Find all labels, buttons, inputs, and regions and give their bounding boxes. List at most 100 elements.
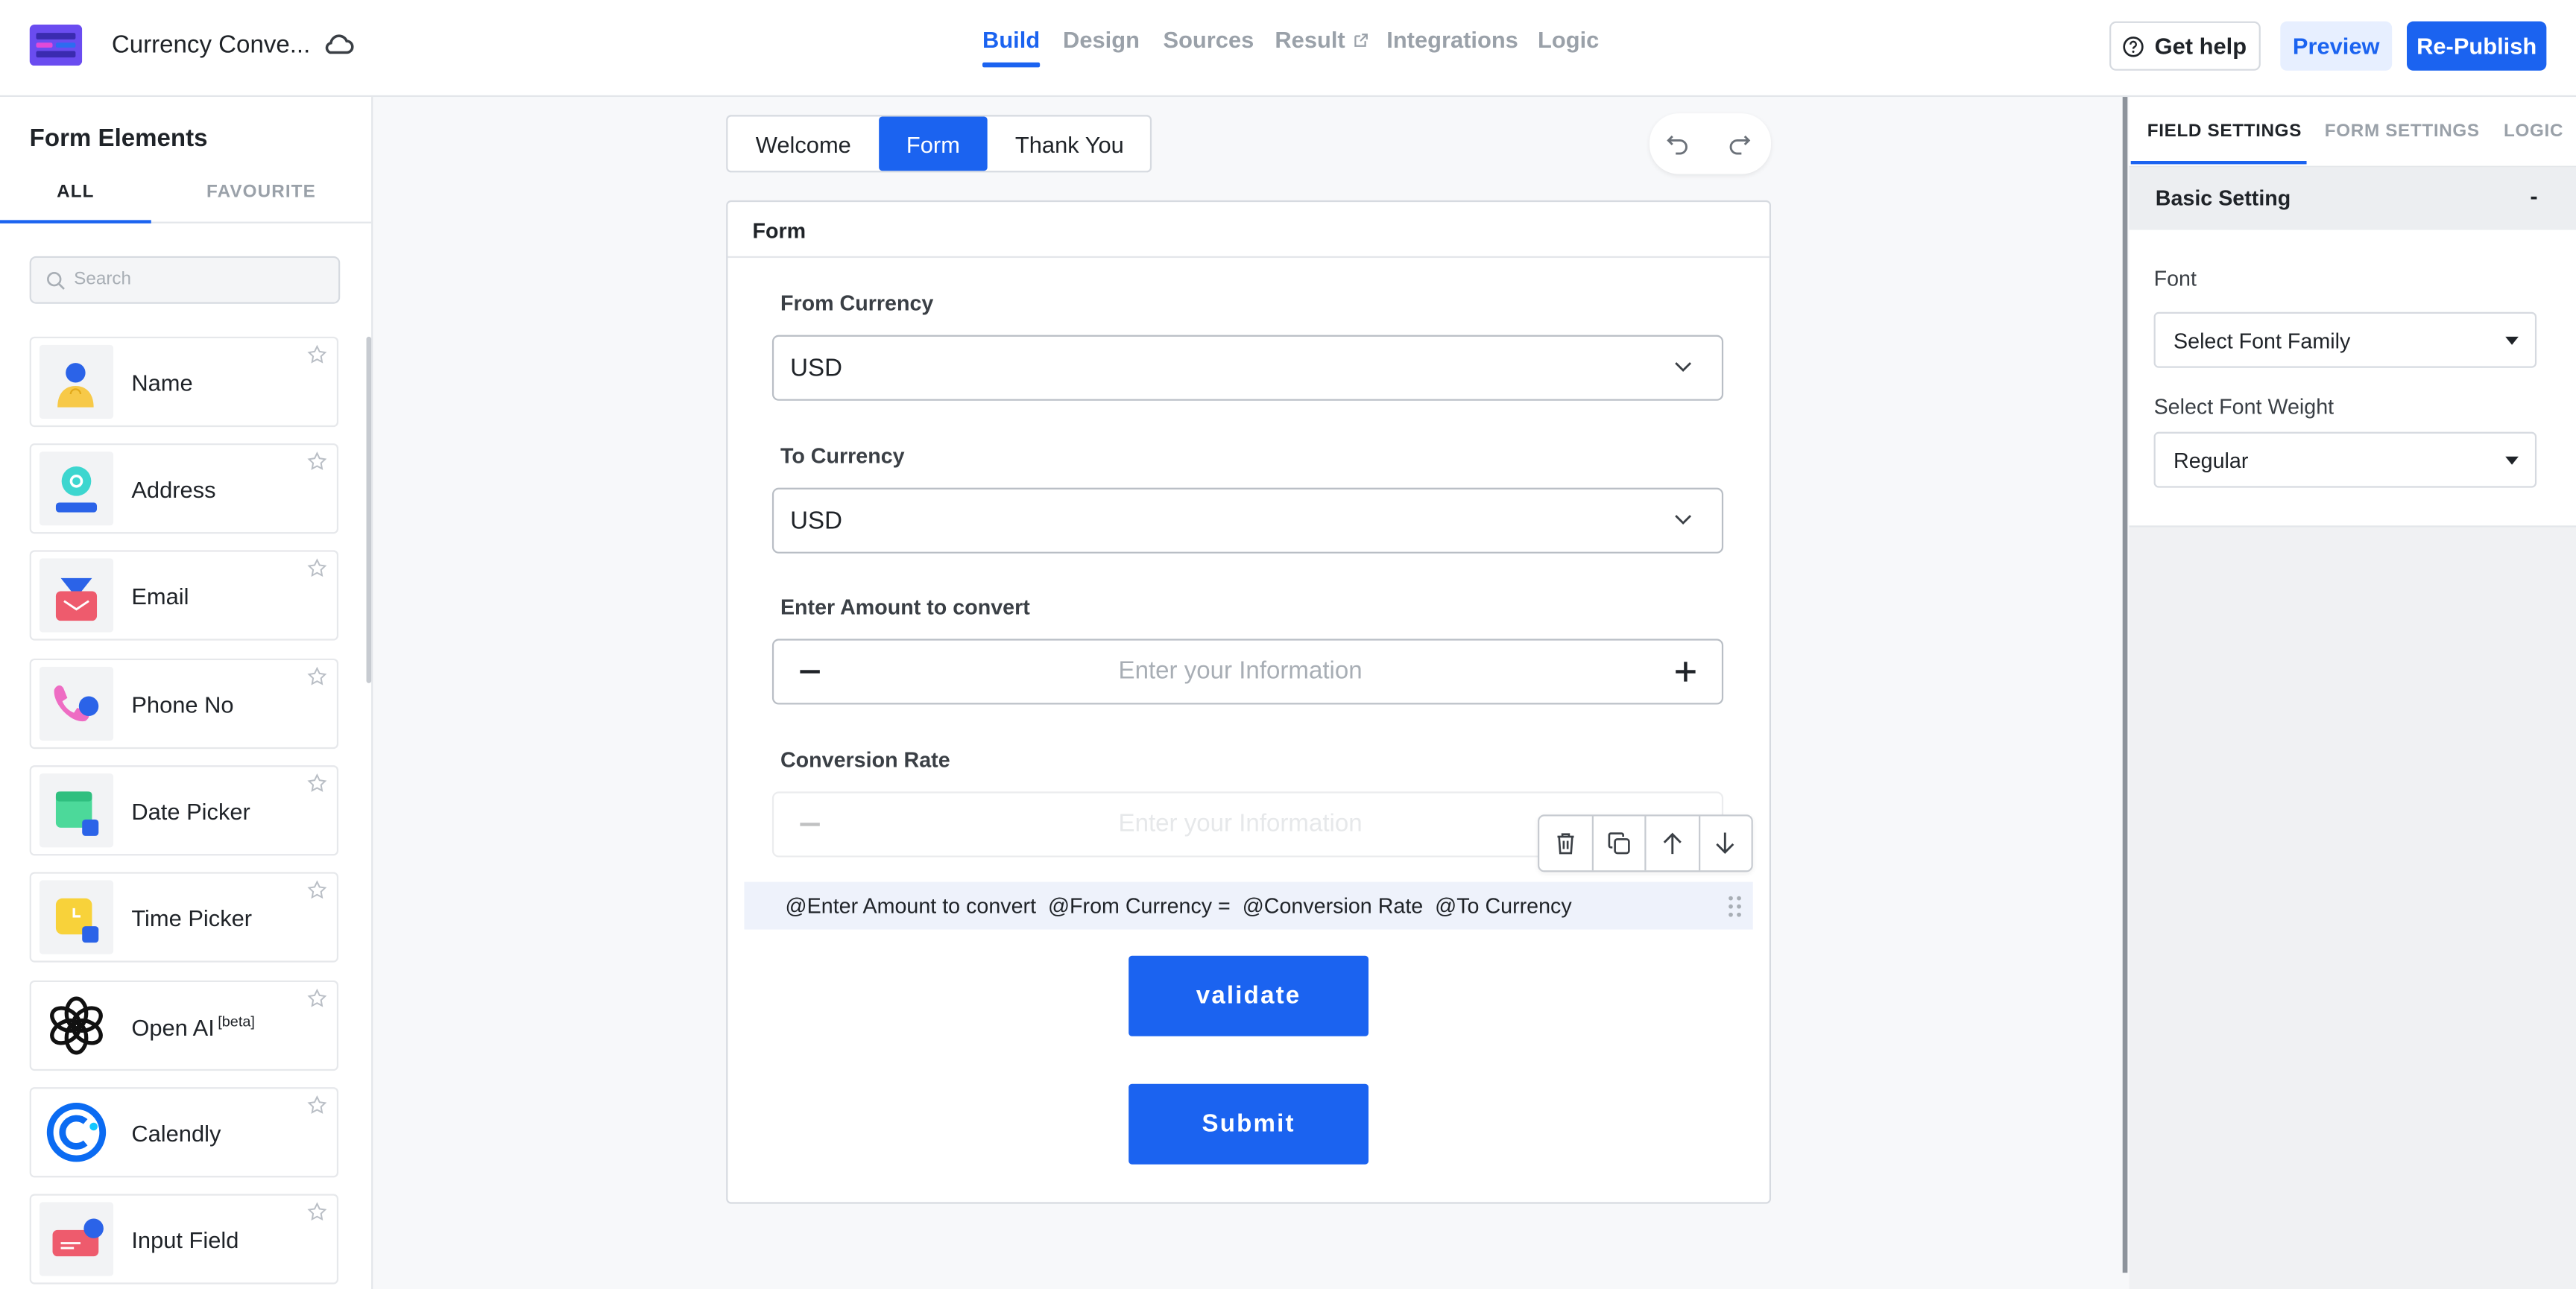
field-toolbar <box>1538 814 1753 872</box>
font-family-value: Select Font Family <box>2174 328 2351 353</box>
star-icon[interactable] <box>307 1202 327 1221</box>
calendar-icon <box>39 773 114 848</box>
star-icon[interactable] <box>307 558 327 577</box>
republish-button[interactable]: Re-Publish <box>2407 21 2547 71</box>
formula-text: @Enter Amount to convert @From Currency … <box>785 893 1572 919</box>
amount-input[interactable] <box>839 655 1641 687</box>
element-item-address[interactable]: Address <box>29 443 339 534</box>
location-icon <box>39 452 114 526</box>
nav-tab-sources[interactable]: Sources <box>1164 26 1254 52</box>
element-label: Date Picker <box>131 798 250 825</box>
font-weight-label: Select Font Weight <box>2153 393 2334 419</box>
copy-icon <box>1608 832 1630 855</box>
element-item-email[interactable]: Email <box>29 550 339 641</box>
from-currency-value: USD <box>790 355 842 383</box>
duplicate-button[interactable] <box>1593 816 1647 871</box>
element-label: Phone No <box>131 691 234 718</box>
nav-tab-integrations[interactable]: Integrations <box>1386 26 1518 52</box>
app-logo-icon[interactable] <box>29 25 83 66</box>
to-currency-select[interactable]: USD <box>771 487 1724 554</box>
star-icon[interactable] <box>307 988 327 1008</box>
font-family-select[interactable]: Select Font Family <box>2153 311 2537 368</box>
search-input[interactable] <box>70 267 332 291</box>
chevron-down-icon <box>1675 515 1692 525</box>
arrow-down-icon <box>1716 832 1734 854</box>
search-icon <box>47 271 65 290</box>
preview-button[interactable]: Preview <box>2280 21 2393 71</box>
submit-button[interactable]: Submit <box>1128 1083 1369 1165</box>
element-item-phone[interactable]: Phone No <box>29 658 339 750</box>
star-icon[interactable] <box>307 452 327 471</box>
nav-tab-build[interactable]: Build <box>982 26 1041 68</box>
sidebar-tab-favourite[interactable]: FAVOURITE <box>151 183 371 202</box>
form-elements-sidebar: Form Elements ALL FAVOURITE Name Address <box>0 97 373 1289</box>
page-tab-thank-you[interactable]: Thank You <box>988 116 1152 171</box>
settings-tab-indicator <box>2130 161 2307 165</box>
element-item-open-ai[interactable]: Open AI [beta] <box>29 980 339 1071</box>
conversion-rate-input[interactable] <box>839 808 1641 840</box>
tab-form-settings[interactable]: FORM SETTINGS <box>2325 121 2480 141</box>
help-circle-icon <box>2124 36 2144 57</box>
nav-tab-result[interactable]: Result <box>1275 26 1368 53</box>
element-item-date-picker[interactable]: Date Picker <box>29 765 339 856</box>
move-up-button[interactable] <box>1647 816 1700 871</box>
undo-icon[interactable] <box>1666 131 1690 156</box>
decrement-button[interactable] <box>800 823 820 826</box>
element-item-time-picker[interactable]: Time Picker <box>29 872 339 963</box>
sidebar-tab-indicator <box>0 220 151 224</box>
element-label: Time Picker <box>131 905 253 931</box>
caret-down-icon <box>2505 336 2519 345</box>
increment-button-stroke[interactable] <box>1684 662 1688 682</box>
element-label: Address <box>131 476 216 503</box>
validate-button[interactable]: validate <box>1128 955 1369 1036</box>
delete-button[interactable] <box>1539 816 1593 871</box>
star-icon[interactable] <box>307 880 327 899</box>
canvas-scrollbar[interactable] <box>2122 97 2128 1273</box>
sidebar-tab-all[interactable]: ALL <box>0 183 151 202</box>
envelope-icon <box>39 558 114 633</box>
page-tab-form[interactable]: Form <box>879 116 988 171</box>
element-item-calendly[interactable]: Calendly <box>29 1087 339 1178</box>
from-currency-label: From Currency <box>780 291 934 316</box>
sidebar-scrollbar[interactable] <box>366 336 372 683</box>
page-tab-welcome[interactable]: Welcome <box>727 116 879 171</box>
star-icon[interactable] <box>307 344 327 364</box>
element-label: Calendly <box>131 1120 221 1147</box>
clock-icon <box>39 880 114 954</box>
external-link-icon <box>1354 34 1368 47</box>
star-icon[interactable] <box>307 773 327 793</box>
trash-icon <box>1556 833 1573 855</box>
from-currency-select[interactable]: USD <box>771 335 1724 401</box>
tab-field-settings[interactable]: FIELD SETTINGS <box>2147 121 2302 141</box>
element-item-name[interactable]: Name <box>29 336 339 428</box>
collapse-toggle[interactable]: - <box>2530 183 2537 209</box>
element-item-input-field[interactable]: Input Field <box>29 1194 339 1285</box>
conversion-rate-label: Conversion Rate <box>780 747 950 772</box>
element-label: Email <box>131 583 189 609</box>
get-help-button[interactable]: Get help <box>2109 21 2261 71</box>
element-search[interactable] <box>29 256 341 304</box>
decrement-button[interactable] <box>800 670 820 674</box>
nav-tab-logic[interactable]: Logic <box>1538 26 1599 52</box>
cloud-saved-icon <box>322 31 355 57</box>
person-icon <box>39 344 114 419</box>
openai-icon <box>39 988 114 1063</box>
basic-setting-title: Basic Setting <box>2155 186 2291 211</box>
star-icon[interactable] <box>307 1095 327 1115</box>
form-card-title: Form <box>752 218 806 244</box>
star-icon[interactable] <box>307 666 327 686</box>
font-weight-select[interactable]: Regular <box>2153 431 2537 488</box>
chevron-down-icon <box>1675 362 1692 373</box>
drag-handle-icon[interactable] <box>1727 895 1743 918</box>
form-title[interactable]: Currency Conve... <box>112 31 310 59</box>
element-label: Input Field <box>131 1226 239 1253</box>
move-down-button[interactable] <box>1699 816 1751 870</box>
undo-redo-group <box>1649 113 1772 174</box>
tab-logic[interactable]: LOGIC <box>2504 121 2563 141</box>
nav-tab-design[interactable]: Design <box>1063 26 1140 52</box>
redo-icon[interactable] <box>1727 131 1752 156</box>
nav-tab-result-label: Result <box>1275 26 1345 53</box>
element-label: Open AI [beta] <box>131 1013 255 1041</box>
input-field-icon <box>39 1202 114 1276</box>
element-label-text: Open AI <box>131 1014 215 1041</box>
